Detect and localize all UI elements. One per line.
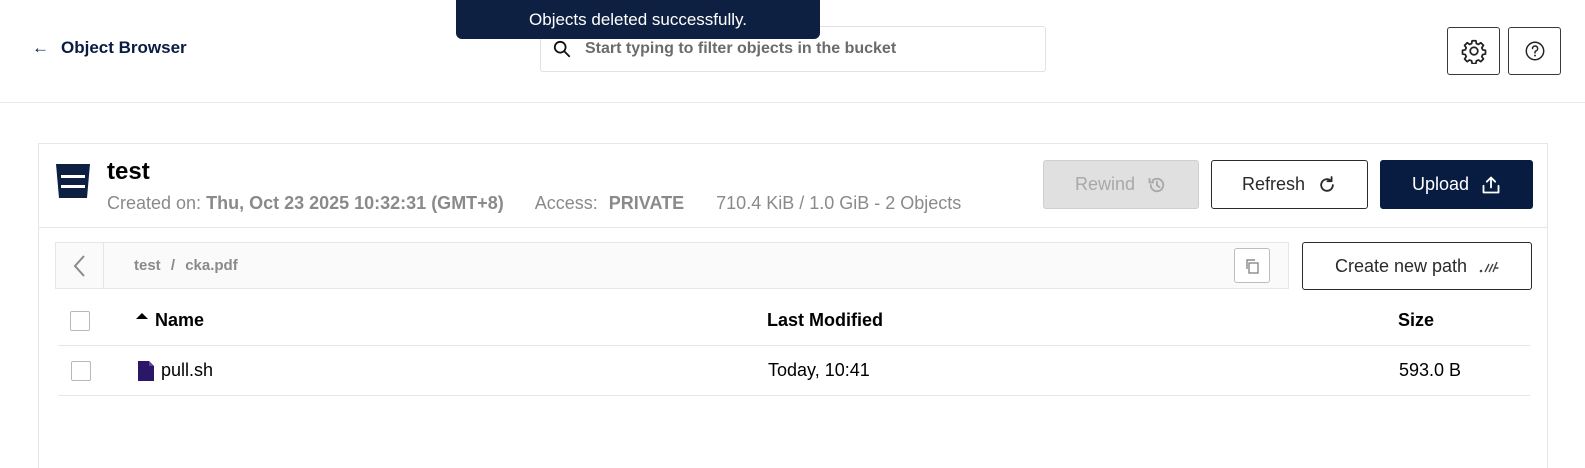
bucket-usage: 710.4 KiB / 1.0 GiB - 2 Objects <box>716 193 962 213</box>
created-label: Created on: <box>107 193 202 213</box>
rewind-label: Rewind <box>1074 174 1136 194</box>
column-header-name-label: Name <box>155 310 205 330</box>
settings-button[interactable] <box>1447 27 1500 75</box>
breadcrumb-path: test / cka.pdf <box>134 257 238 274</box>
copy-path-button[interactable] <box>1234 248 1270 283</box>
select-all-checkbox[interactable] <box>70 311 90 331</box>
help-button[interactable] <box>1508 27 1561 75</box>
arrow-left-icon: ← <box>32 38 49 57</box>
upload-label: Upload <box>1411 174 1470 194</box>
rewind-button[interactable]: Rewind <box>1043 160 1199 209</box>
help-icon <box>1525 41 1544 61</box>
column-header-name[interactable]: Name <box>135 310 204 331</box>
bucket-meta: Created on: Thu, Oct 23 2025 10:32:31 (G… <box>107 193 961 214</box>
success-toast: Objects deleted successfully. <box>456 0 820 39</box>
refresh-label: Refresh <box>1241 174 1306 194</box>
bucket-info-panel: test Created on: Thu, Oct 23 2025 10:32:… <box>38 143 1548 228</box>
create-new-path-button[interactable]: Create new path <box>1302 242 1532 290</box>
sort-ascending-icon <box>136 312 148 319</box>
access-label: Access: <box>534 193 598 213</box>
column-header-size[interactable]: Size <box>1398 310 1434 331</box>
refresh-icon <box>1320 175 1334 192</box>
row-size: 593.0 B <box>1399 360 1462 380</box>
column-header-last-modified[interactable]: Last Modified <box>767 310 883 331</box>
breadcrumb-back-button[interactable] <box>56 243 104 288</box>
back-label: Object Browser <box>61 38 187 57</box>
breadcrumb: test / cka.pdf <box>55 242 1289 289</box>
bucket-name: test <box>107 158 150 185</box>
access-value: PRIVATE <box>608 193 685 213</box>
new-path-icon <box>1479 261 1499 273</box>
back-to-object-browser[interactable]: ← Object Browser <box>32 38 187 58</box>
row-checkbox[interactable] <box>71 361 91 381</box>
bucket-icon <box>56 164 90 198</box>
object-listing: test / cka.pdf Create new path Name Last… <box>38 228 1548 468</box>
create-path-label: Create new path <box>1334 255 1468 276</box>
row-last-modified: Today, 10:41 <box>768 360 870 380</box>
chevron-left-icon <box>73 254 85 277</box>
gear-icon <box>1461 39 1486 64</box>
upload-icon <box>1482 176 1500 193</box>
upload-button[interactable]: Upload <box>1380 160 1533 209</box>
history-icon <box>1148 177 1165 192</box>
created-value: Thu, Oct 23 2025 10:32:31 (GMT+8) <box>206 193 504 213</box>
row-name[interactable]: pull.sh <box>161 360 213 381</box>
copy-icon <box>1246 258 1259 274</box>
breadcrumb-file: cka.pdf <box>185 257 238 274</box>
breadcrumb-bucket[interactable]: test <box>134 257 161 274</box>
toast-message: Objects deleted successfully. <box>529 9 747 29</box>
search-input[interactable] <box>585 40 1005 58</box>
refresh-button[interactable]: Refresh <box>1211 160 1368 209</box>
header-divider <box>58 345 1530 346</box>
file-icon <box>138 361 154 381</box>
breadcrumb-separator: / <box>170 257 176 274</box>
row-divider <box>58 395 1530 396</box>
search-icon <box>553 40 571 58</box>
